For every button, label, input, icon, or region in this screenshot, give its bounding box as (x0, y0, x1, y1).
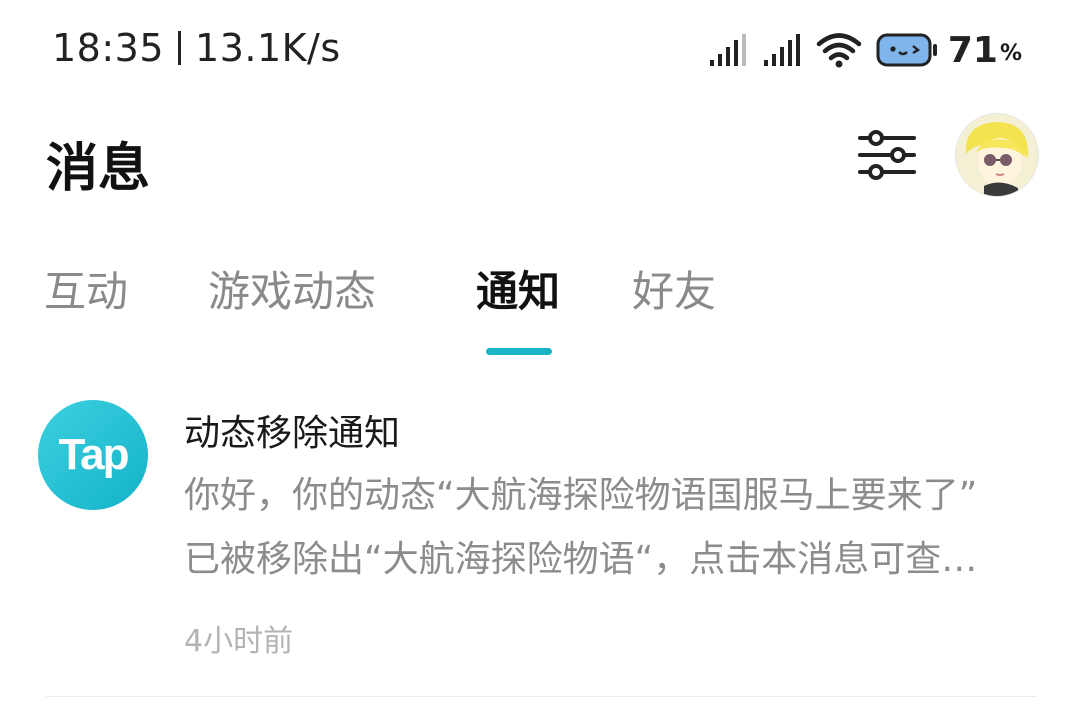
sliders-icon[interactable] (856, 124, 918, 186)
tab-bar: 互动 游戏动态 通知 好友 (0, 262, 1080, 362)
notification-time: 4小时前 (184, 624, 294, 659)
taptap-logo: Tap (38, 400, 148, 510)
logo-text: Tap (58, 430, 130, 479)
notification-body: 你好，你的动态“大航海探险物语国服马上要来了” 已被移除出“大航海探险物语“，点… (184, 464, 1044, 592)
battery-icon (876, 33, 937, 67)
header: 消息 (0, 110, 1080, 210)
status-right: 71 % (708, 28, 1022, 72)
signal-icon (763, 34, 800, 66)
notification-body-line: 已被移除出“大航海探险物语“，点击本消息可查… (184, 539, 978, 580)
wifi-icon (816, 33, 862, 68)
screen: 18:35 13.1K/s 71 % 消息 互动 游戏动态 通知 好友 Tap … (0, 0, 1080, 707)
battery-unit: % (999, 41, 1022, 66)
tab-notifications[interactable]: 通知 (476, 262, 560, 322)
page-title: 消息 (46, 139, 151, 199)
avatar[interactable] (956, 114, 1038, 196)
notification-body-line: 你好，你的动态“大航海探险物语国服马上要来了” (184, 475, 978, 516)
divider (46, 696, 1036, 697)
status-left: 18:35 13.1K/s (52, 26, 341, 70)
tab-interactions[interactable]: 互动 (44, 262, 128, 322)
status-time: 18:35 (52, 26, 165, 70)
tab-friends[interactable]: 好友 (632, 262, 716, 322)
active-tab-indicator (486, 348, 552, 355)
battery-level: 71 (947, 29, 998, 71)
network-speed: 13.1K/s (195, 26, 341, 70)
tab-game-feed[interactable]: 游戏动态 (208, 262, 376, 322)
signal-icon (709, 34, 746, 66)
list-item[interactable]: Tap 动态移除通知 你好，你的动态“大航海探险物语国服马上要来了” 已被移除出… (0, 390, 1080, 700)
avatar-image (956, 114, 1038, 196)
status-separator (178, 31, 182, 65)
status-bar: 18:35 13.1K/s 71 % (0, 0, 1080, 100)
notification-title: 动态移除通知 (184, 413, 401, 454)
